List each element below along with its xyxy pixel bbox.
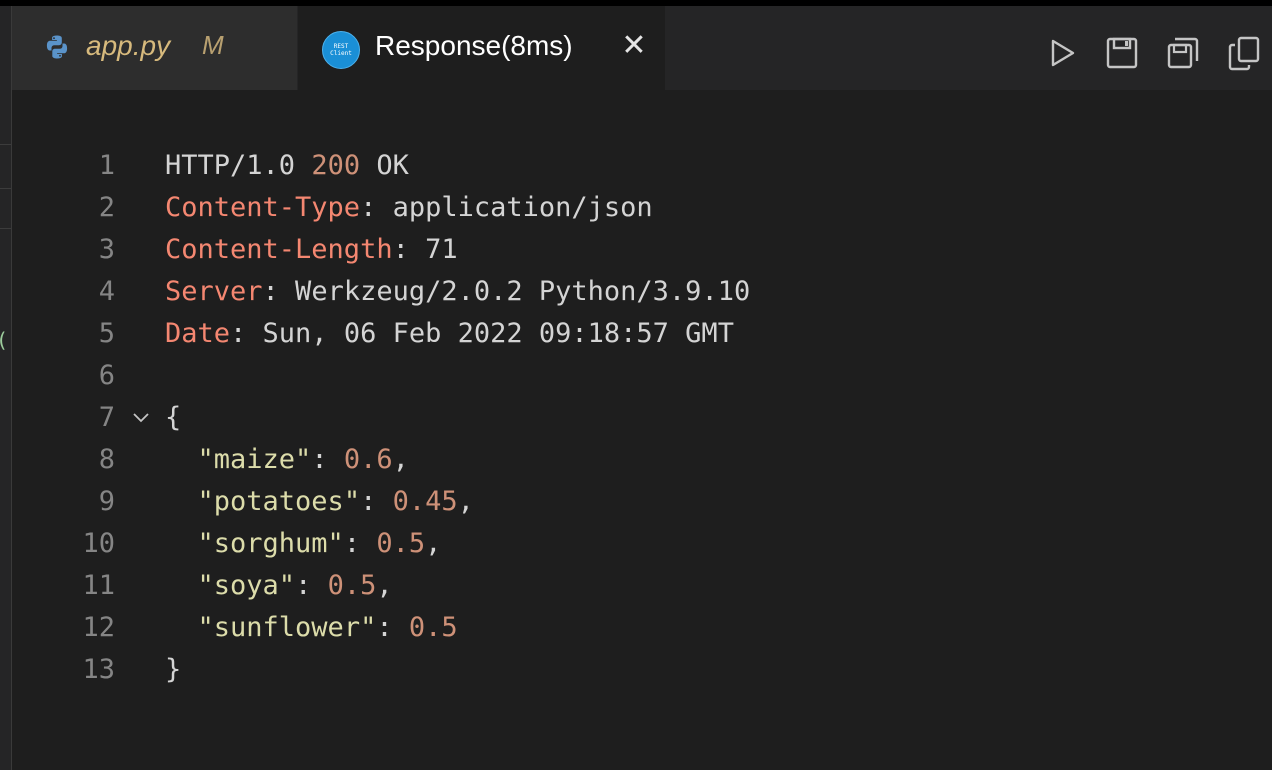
save-icon[interactable] — [1103, 34, 1141, 72]
token: , — [376, 570, 393, 601]
rest-icon-label: REST — [333, 43, 349, 50]
token: Content-Type — [165, 192, 361, 223]
line-content: "soya": 0.5, — [165, 565, 393, 607]
code-line: 12 "sunflower": 0.5 — [12, 607, 1272, 649]
editor-toolbar — [1012, 12, 1272, 96]
token: "sorghum" — [197, 528, 344, 559]
line-content: HTTP/1.0 200 OK — [165, 145, 409, 187]
tab-response[interactable]: REST Client Response(8ms) ✕ — [298, 6, 665, 90]
left-panel-edge: ( — [0, 6, 12, 770]
line-content: Date: Sun, 06 Feb 2022 09:18:57 GMT — [165, 313, 734, 355]
line-number: 1 — [98, 150, 115, 181]
code-line: 11 "soya": 0.5, — [12, 565, 1272, 607]
line-content: Server: Werkzeug/2.0.2 Python/3.9.10 — [165, 271, 750, 313]
line-content: "sunflower": 0.5 — [165, 607, 458, 649]
line-content: "potatoes": 0.45, — [165, 481, 474, 523]
code-line: 13} — [12, 649, 1272, 691]
tab-response-title: Response(8ms) — [375, 30, 573, 61]
line-number: 4 — [98, 276, 115, 307]
code-line: 2 Content-Type: application/json — [12, 187, 1272, 229]
line-number: 12 — [82, 612, 115, 643]
code-line: 6 — [12, 355, 1272, 397]
token: 0.5 — [376, 528, 426, 559]
token: , — [392, 444, 409, 475]
rest-icon-sublabel: Client — [330, 50, 352, 57]
line-content: Content-Type: application/json — [165, 187, 653, 229]
line-content: Content-Length: 71 — [165, 229, 458, 271]
left-panel-divider — [0, 188, 11, 189]
left-panel-divider — [0, 228, 11, 229]
token: Content-Length — [165, 234, 393, 265]
response-editor[interactable]: 1 HTTP/1.0 200 OK 2 Content-Type: applicati… — [12, 90, 1272, 770]
left-panel-divider — [0, 144, 11, 145]
line-number: 13 — [82, 654, 115, 685]
token: { — [165, 402, 182, 433]
tab-bar: app.py M REST Client Response(8ms) ✕ — [12, 6, 1272, 90]
token: : — [295, 570, 328, 601]
line-content: { — [165, 397, 181, 439]
line-number: 2 — [98, 192, 115, 223]
code-line: 10 "sorghum": 0.5, — [12, 523, 1272, 565]
token: : application/json — [360, 192, 653, 223]
code-line: 8 "maize": 0.6, — [12, 439, 1272, 481]
token: : — [376, 612, 409, 643]
token: 0.5 — [408, 612, 458, 643]
token: "soya" — [197, 570, 296, 601]
token: : Sun, 06 Feb 2022 09:18:57 GMT — [230, 318, 734, 349]
token: "maize" — [197, 444, 312, 475]
line-content: "maize": 0.6, — [165, 439, 409, 481]
run-icon[interactable] — [1042, 34, 1080, 72]
modified-indicator: M — [202, 30, 224, 60]
token: Date — [165, 318, 231, 349]
left-panel-clipped-glyph: ( — [0, 328, 8, 352]
token: HTTP/1.0 — [165, 150, 312, 181]
token: 0.45 — [392, 486, 458, 517]
line-number: 6 — [98, 360, 115, 391]
token: 0.6 — [343, 444, 393, 475]
line-number: 11 — [82, 570, 115, 601]
python-icon — [44, 34, 70, 60]
tab-app-title: app.py — [86, 30, 171, 61]
token: : — [392, 234, 426, 265]
token: 71 — [425, 234, 458, 265]
code-line: 7{ — [12, 397, 1272, 439]
code-line: 1 HTTP/1.0 200 OK — [12, 145, 1272, 187]
code-line: 4 Server: Werkzeug/2.0.2 Python/3.9.10 — [12, 271, 1272, 313]
line-number: 10 — [82, 528, 115, 559]
token: Server — [165, 276, 263, 307]
token: : — [311, 444, 344, 475]
line-number: 9 — [98, 486, 115, 517]
close-icon[interactable]: ✕ — [620, 31, 648, 61]
line-number: 3 — [98, 234, 115, 265]
code-line: 3 Content-Length: 71 — [12, 229, 1272, 271]
save-all-icon[interactable] — [1164, 34, 1202, 72]
code-line: 9 "potatoes": 0.45, — [12, 481, 1272, 523]
token: 0.5 — [327, 570, 377, 601]
token: } — [165, 654, 182, 685]
line-content: } — [165, 649, 181, 691]
line-number: 5 — [98, 318, 115, 349]
tab-app-py[interactable]: app.py M — [12, 6, 297, 90]
line-content: "sorghum": 0.5, — [165, 523, 442, 565]
rest-client-icon: REST Client — [322, 31, 360, 69]
line-number: 7 — [98, 402, 115, 433]
token: : — [343, 528, 377, 559]
token: "potatoes" — [197, 486, 361, 517]
token: , — [425, 528, 442, 559]
token: : — [360, 486, 393, 517]
token: : Werkzeug/2.0.2 Python/3.9.10 — [262, 276, 751, 307]
code-line: 5 Date: Sun, 06 Feb 2022 09:18:57 GMT — [12, 313, 1272, 355]
token: , — [457, 486, 474, 517]
token: OK — [360, 150, 409, 181]
token: "sunflower" — [197, 612, 377, 643]
line-number: 8 — [98, 444, 115, 475]
copy-icon[interactable] — [1225, 34, 1263, 72]
token: 200 — [311, 150, 361, 181]
